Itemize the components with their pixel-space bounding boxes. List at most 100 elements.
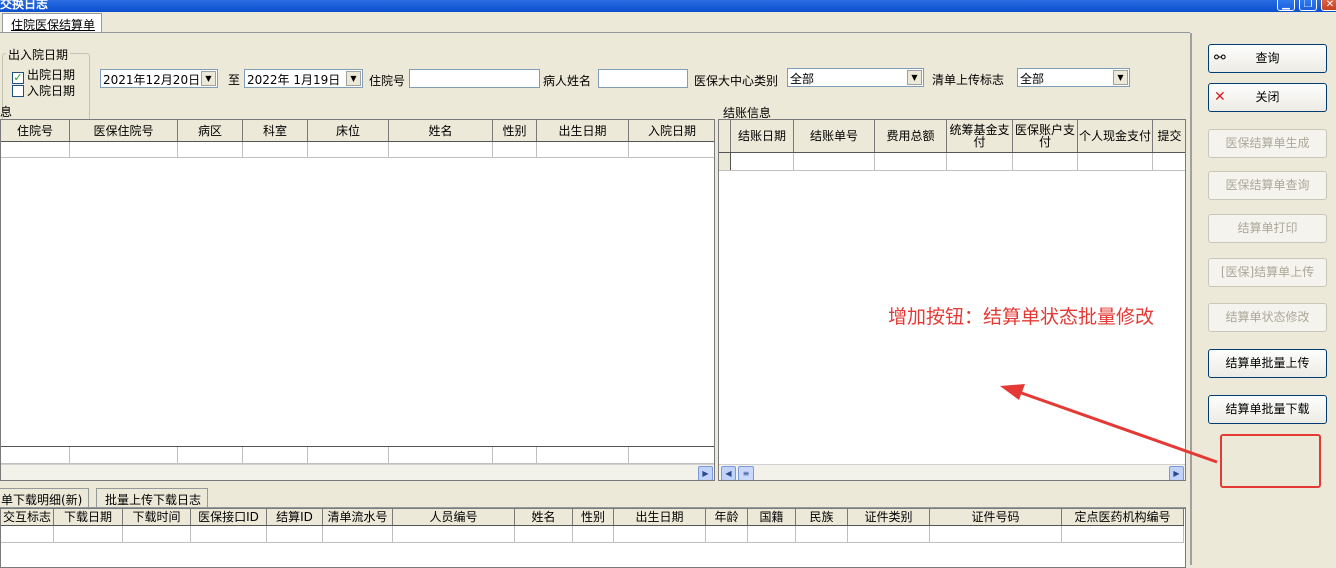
col-header[interactable]: 国籍 (748, 509, 796, 525)
patient-grid[interactable]: 住院号 医保住院号 病区 科室 床位 姓名 性别 出生日期 入院日期 ▶ (0, 119, 715, 481)
search-panel: 出入院日期 ✓ 出院日期 入院日期 2021年12月20日 ▼ 至 2022年 1… (0, 33, 1190, 131)
annotation-arrow (1000, 384, 1218, 464)
inpatient-no-input[interactable] (409, 69, 540, 88)
tab-label: 单下载明细(新) (1, 493, 83, 507)
dropdown-arrow-icon[interactable]: ▼ (201, 71, 216, 86)
download-log-header: 交互标志 下载日期 下载时间 医保接口ID 结算ID 清单流水号 人员编号 姓名… (1, 509, 1184, 526)
close-window-icon[interactable]: ✕ (1321, 0, 1336, 11)
table-row[interactable] (1, 142, 714, 158)
col-header[interactable]: 统筹基金支付 (947, 120, 1013, 152)
title-bar: 交换日志 ▁ ❐ ✕ (0, 0, 1336, 12)
batch-upload-button[interactable]: 结算单批量上传 (1208, 349, 1327, 378)
upload-flag-value: 全部 (1020, 72, 1045, 86)
center-type-label: 医保大中心类别 (694, 74, 779, 88)
col-header[interactable]: 医保住院号 (70, 120, 178, 141)
col-header[interactable]: 结账单号 (794, 120, 875, 152)
checkbox-unchecked-icon[interactable] (12, 85, 24, 97)
print-settlement-button[interactable]: 结算单打印 (1208, 214, 1327, 243)
col-header[interactable]: 证件号码 (930, 509, 1062, 525)
col-header[interactable]: 科室 (243, 120, 308, 141)
scroll-right-icon[interactable]: ▶ (698, 466, 713, 480)
annotation-text: 增加按钮：结算单状态批量修改 (888, 306, 1155, 328)
dropdown-arrow-icon[interactable]: ▼ (1113, 70, 1128, 85)
query-button[interactable]: ⚯ 查询 (1208, 44, 1327, 73)
bottom-tabstrip: 单下载明细(新) 批量上传下载日志 (0, 488, 1186, 508)
window-title: 交换日志 (0, 0, 49, 11)
col-header[interactable]: 性别 (493, 120, 537, 141)
col-header[interactable]: 姓名 (389, 120, 493, 141)
col-header[interactable]: 出生日期 (614, 509, 706, 525)
close-button-label: 关闭 (1255, 90, 1280, 104)
col-header[interactable]: 出生日期 (537, 120, 629, 141)
col-header[interactable]: 下载时间 (123, 509, 191, 525)
col-header[interactable]: 提交 (1153, 120, 1185, 152)
admission-date-option[interactable]: 入院日期 (12, 82, 75, 99)
col-header[interactable]: 病区 (178, 120, 243, 141)
col-header[interactable]: 证件类别 (848, 509, 930, 525)
col-header[interactable]: 下载日期 (54, 509, 123, 525)
table-row[interactable] (719, 153, 1185, 171)
col-header[interactable]: 人员编号 (393, 509, 515, 525)
date-from-value: 2021年12月20日 (103, 73, 201, 87)
col-header[interactable]: 年龄 (706, 509, 748, 525)
patient-name-input[interactable] (598, 69, 688, 88)
query-settlement-button[interactable]: 医保结算单查询 (1208, 171, 1327, 200)
col-header[interactable]: 姓名 (515, 509, 573, 525)
dropdown-arrow-icon[interactable]: ▼ (907, 70, 922, 85)
col-header[interactable]: 定点医药机构编号 (1062, 509, 1184, 525)
scroll-right-icon[interactable]: ▶ (1169, 466, 1184, 480)
col-header[interactable]: 医保接口ID (191, 509, 267, 525)
modify-status-button[interactable]: 结算单状态修改 (1208, 303, 1327, 332)
close-button[interactable]: ✕ 关闭 (1208, 83, 1327, 112)
col-header[interactable]: 入院日期 (629, 120, 714, 141)
col-header[interactable]: 清单流水号 (323, 509, 393, 525)
col-header[interactable]: 床位 (308, 120, 389, 141)
upload-settlement-button[interactable]: [医保]结算单上传 (1208, 258, 1327, 287)
inpatient-no-label: 住院号 (369, 74, 406, 88)
col-header[interactable]: 结算ID (267, 509, 323, 525)
col-header[interactable]: 民族 (796, 509, 848, 525)
col-header[interactable]: 费用总额 (875, 120, 947, 152)
tab-inpatient-settlement[interactable]: 住院医保结算单 (2, 13, 103, 32)
tab-download-detail[interactable]: 单下载明细(新) (0, 488, 90, 507)
to-label: 至 (228, 73, 241, 87)
date-to-picker[interactable]: 2022年 1月19日 ▼ (244, 69, 363, 88)
date-to-value: 2022年 1月19日 (247, 73, 341, 87)
row-indicator-header (719, 120, 731, 152)
patient-grid-title: 息 (0, 105, 13, 119)
tab-label: 住院医保结算单 (11, 18, 96, 32)
horizontal-scrollbar[interactable]: ▶ (1, 464, 714, 480)
col-header[interactable]: 个人现金支付 (1078, 120, 1153, 152)
patient-name-label: 病人姓名 (543, 74, 592, 88)
date-from-picker[interactable]: 2021年12月20日 ▼ (100, 69, 218, 88)
center-type-select[interactable]: 全部 ▼ (787, 68, 924, 87)
col-header[interactable]: 交互标志 (1, 509, 54, 525)
query-button-label: 查询 (1255, 51, 1280, 65)
binoculars-icon: ⚯ (1214, 50, 1226, 66)
maximize-icon[interactable]: ❐ (1299, 0, 1317, 11)
upload-flag-label: 清单上传标志 (932, 73, 1005, 87)
horizontal-scrollbar[interactable]: ◀ ≡ ▶ (719, 464, 1185, 480)
date-group-title: 出入院日期 (6, 46, 71, 63)
scroll-thumb[interactable]: ≡ (738, 466, 754, 480)
generate-settlement-button[interactable]: 医保结算单生成 (1208, 129, 1327, 158)
col-header[interactable]: 住院号 (1, 120, 70, 141)
scroll-left-icon[interactable]: ◀ (721, 466, 736, 480)
admission-date-label: 入院日期 (27, 84, 76, 98)
upload-flag-select[interactable]: 全部 ▼ (1017, 68, 1130, 87)
minimize-icon[interactable]: ▁ (1277, 0, 1295, 11)
download-log-grid[interactable]: 交互标志 下载日期 下载时间 医保接口ID 结算ID 清单流水号 人员编号 姓名… (0, 508, 1186, 568)
placeholder-highlight-box (1220, 434, 1321, 488)
dropdown-arrow-icon[interactable]: ▼ (346, 71, 361, 86)
main-tabstrip: 住院医保结算单 (0, 13, 1190, 33)
batch-download-button[interactable]: 结算单批量下载 (1208, 395, 1327, 424)
settlement-grid-header: 结账日期 结账单号 费用总额 统筹基金支付 医保账户支付 个人现金支付 提交 (719, 120, 1185, 153)
tab-label: 批量上传下载日志 (105, 493, 202, 507)
tab-batch-log[interactable]: 批量上传下载日志 (96, 488, 209, 507)
discharge-date-label: 出院日期 (27, 68, 76, 82)
col-header[interactable]: 医保账户支付 (1013, 120, 1078, 152)
patient-grid-header: 住院号 医保住院号 病区 科室 床位 姓名 性别 出生日期 入院日期 (1, 120, 714, 142)
table-row[interactable] (1, 526, 1184, 543)
col-header[interactable]: 性别 (573, 509, 614, 525)
col-header[interactable]: 结账日期 (731, 120, 794, 152)
